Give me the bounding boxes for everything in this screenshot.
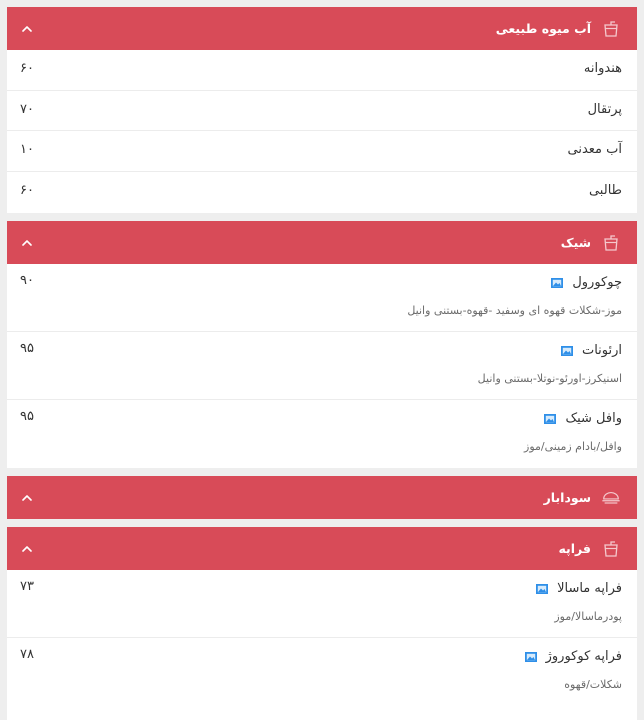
- image-icon[interactable]: [560, 345, 573, 356]
- item-price: ۹۰: [20, 273, 34, 288]
- image-icon[interactable]: [551, 277, 564, 288]
- item-name: چوکورول: [572, 275, 622, 290]
- category-section-shake: شیک چوکورول موز-شکلات قهوه ای وسفید -قهو…: [7, 221, 637, 468]
- drink-cup-icon: [601, 19, 621, 39]
- item-price: ۷۳: [20, 579, 34, 594]
- item-description: اسنیکرز-اورئو-نوتلا-بستنی وانیل: [477, 372, 622, 385]
- item-description: وافل/بادام زمینی/موز: [524, 440, 622, 453]
- item-name: ارئونات: [581, 343, 622, 358]
- drink-cup-icon: [601, 539, 621, 559]
- item-name: فراپه ماسالا: [557, 581, 622, 596]
- item-name: پرتقال: [587, 101, 622, 117]
- category-title: سودابار: [543, 490, 591, 505]
- drink-cup-icon: [601, 233, 621, 253]
- item-name: فراپه کوکوروژ: [545, 649, 622, 664]
- menu-item[interactable]: هندوانه ۶۰: [7, 50, 637, 91]
- category-section-frappe: فراپه فراپه ماسالا پودرماسالا/موز ۷۳ فرا…: [7, 527, 637, 720]
- item-price: ۶۰: [20, 182, 34, 198]
- menu-item[interactable]: فراپه ماسالا پودرماسالا/موز ۷۳: [7, 570, 637, 638]
- menu-item[interactable]: آب معدنی ۱۰: [7, 131, 637, 172]
- menu-item[interactable]: چوکورول موز-شکلات قهوه ای وسفید -قهوه-بس…: [7, 264, 637, 332]
- item-description: موز-شکلات قهوه ای وسفید -قهوه-بستنی وانی…: [407, 304, 622, 317]
- category-title: آب میوه طبیعی: [495, 21, 591, 36]
- category-header-soda-bar[interactable]: سودابار: [7, 476, 637, 519]
- category-title: شیک: [560, 235, 591, 250]
- item-name: وافل شیک: [565, 411, 622, 426]
- menu-item[interactable]: پرتقال ۷۰: [7, 91, 637, 131]
- menu-item[interactable]: وافل شیک وافل/بادام زمینی/موز ۹۵: [7, 400, 637, 468]
- category-header-natural-juice[interactable]: آب میوه طبیعی: [7, 7, 637, 50]
- chevron-up-icon[interactable]: [21, 237, 33, 249]
- category-header-shake[interactable]: شیک: [7, 221, 637, 264]
- item-price: ۷۸: [20, 647, 34, 662]
- menu-item[interactable]: طالبی ۶۰: [7, 172, 637, 213]
- item-name: آب معدنی: [567, 142, 623, 157]
- item-price: ۹۵: [20, 409, 34, 424]
- item-price: ۶۰: [20, 61, 34, 76]
- image-icon[interactable]: [544, 413, 557, 424]
- chevron-up-icon[interactable]: [21, 543, 33, 555]
- menu-container: آب میوه طبیعی هندوانه ۶۰ پرتقال ۷۰ آب مع…: [0, 0, 644, 720]
- item-description: پودرماسالا/موز: [554, 610, 622, 623]
- food-dish-icon: [601, 488, 621, 508]
- item-name: طالبی: [588, 182, 622, 198]
- image-icon[interactable]: [536, 583, 549, 594]
- chevron-up-icon[interactable]: [21, 492, 33, 504]
- category-header-frappe[interactable]: فراپه: [7, 527, 637, 570]
- item-description: شکلات/قهوه: [564, 678, 622, 691]
- menu-item[interactable]: فراپه کوکوروژ شکلات/قهوه ۷۸: [7, 638, 637, 706]
- item-name: هندوانه: [583, 61, 622, 76]
- chevron-up-icon[interactable]: [21, 23, 33, 35]
- category-section-soda-bar: سودابار: [7, 476, 637, 519]
- image-icon[interactable]: [524, 651, 537, 662]
- item-price: ۷۰: [20, 101, 34, 117]
- item-price: ۱۰: [20, 142, 34, 157]
- menu-item[interactable]: ارئونات اسنیکرز-اورئو-نوتلا-بستنی وانیل …: [7, 332, 637, 400]
- category-title: فراپه: [558, 541, 591, 556]
- category-section-natural-juice: آب میوه طبیعی هندوانه ۶۰ پرتقال ۷۰ آب مع…: [7, 7, 637, 213]
- item-price: ۹۵: [20, 341, 34, 356]
